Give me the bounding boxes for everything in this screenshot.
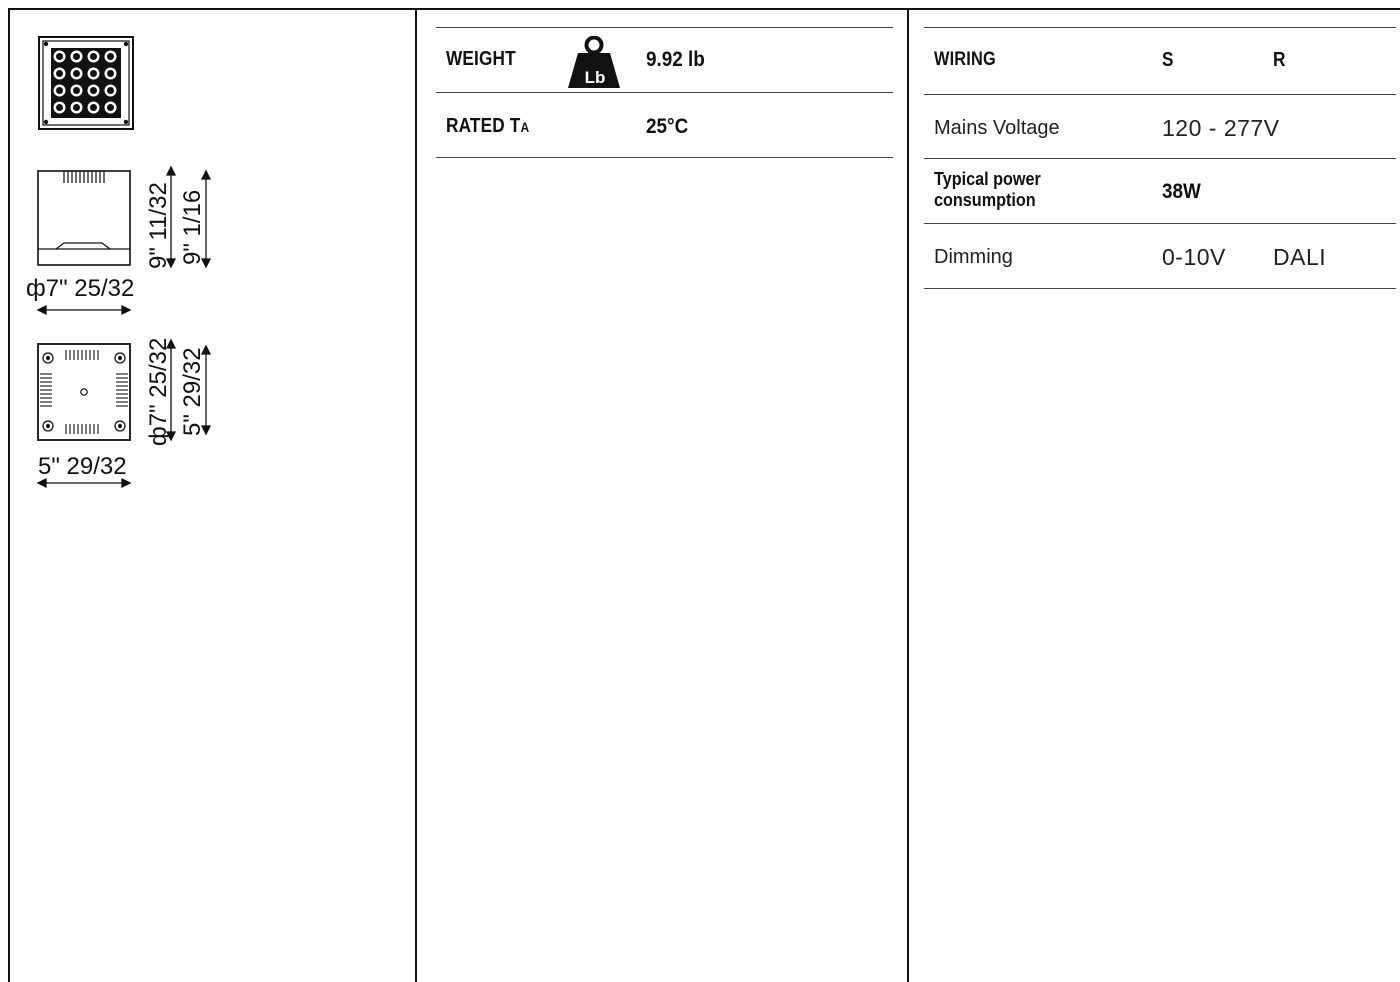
rated-ta-value: 25°C (646, 115, 689, 138)
wiring-column-r: R (1273, 49, 1286, 71)
column-divider-1 (415, 8, 417, 982)
power-consumption-value: 38W (1162, 180, 1201, 203)
dimming-value-s: 0-10V (1162, 244, 1226, 270)
bottom-width-dim: 5" 29/32 (38, 453, 127, 480)
weight-value: 9.92 lb (646, 48, 705, 71)
power-consumption-label: Typical power consumption (934, 169, 1041, 210)
rated-label-main: RATED T (446, 115, 521, 137)
column-divider-2 (907, 8, 909, 982)
dimming-rule (924, 288, 1396, 289)
side-height-outer-dim: 9" 11/32 (145, 182, 172, 269)
weight-icon: Lb (568, 35, 620, 88)
side-height-inner-dim: 9" 1/16 (179, 190, 206, 265)
side-diameter-dim: ф7" 25/32 (26, 275, 134, 302)
wiring-header: WIRING (934, 49, 996, 70)
side-view-drawing: 9" 11/32 9" 1/16 ф7" 25/32 (26, 165, 212, 316)
properties-top-rule (436, 27, 893, 28)
power-consumption-rule (924, 223, 1396, 224)
bottom-diameter-dim: ф7" 25/32 (145, 338, 172, 446)
rated-label-sub: A (520, 119, 530, 135)
mains-voltage-label: Mains Voltage (934, 117, 1060, 139)
bottom-depth-dim: 5" 29/32 (179, 347, 206, 436)
wiring-top-rule (924, 27, 1396, 28)
dimming-label: Dimming (934, 246, 1013, 268)
weight-row-rule (436, 92, 893, 93)
weight-label: WEIGHT (446, 48, 516, 70)
frame-top-border (8, 8, 1400, 10)
weight-icon-text: Lb (585, 68, 606, 87)
top-view-drawing (38, 36, 134, 130)
wiring-column-s: S (1162, 49, 1174, 71)
wiring-header-rule (924, 94, 1396, 95)
rated-row-rule (436, 157, 893, 158)
mains-voltage-value: 120 - 277V (1162, 115, 1280, 141)
dimming-value-r: DALI (1273, 244, 1327, 270)
rated-ta-label: RATED TA (446, 115, 529, 138)
frame-left-border (8, 8, 10, 982)
mains-voltage-rule (924, 158, 1396, 159)
bottom-view-drawing: ф7" 25/32 5" 29/32 5" 29/32 (36, 338, 212, 489)
